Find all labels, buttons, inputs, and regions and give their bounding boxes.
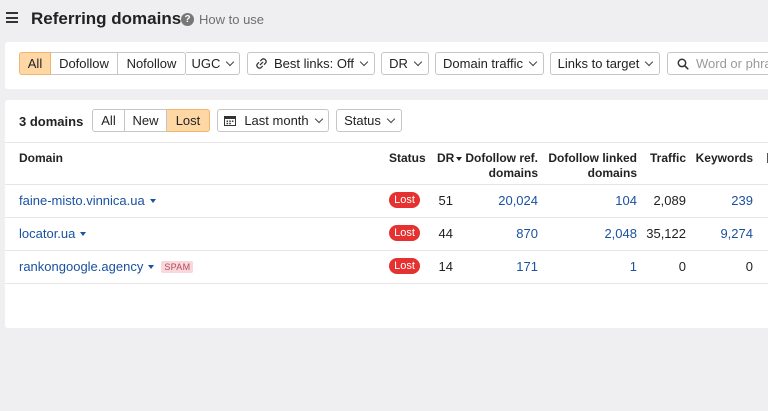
dofollow-linked-domains-value[interactable]: 1: [545, 259, 637, 274]
filter-tab-all[interactable]: All: [19, 52, 51, 75]
domain-link[interactable]: locator.ua: [19, 226, 75, 241]
dr-value: 14: [438, 259, 453, 274]
status-filter-dropdown[interactable]: Status: [336, 109, 402, 132]
table-row: rankongoogle.agency SPAM Lost 14 171 1 0…: [5, 250, 768, 283]
column-header-keywords[interactable]: Keywords: [693, 151, 753, 166]
top-bar: Referring domains ? How to use: [0, 0, 768, 40]
traffic-value: 35,122: [646, 226, 686, 241]
dr-value: 51: [438, 193, 453, 208]
chevron-down-icon: [386, 114, 396, 123]
filter-bar: All Dofollow Nofollow UGC Best links: Of…: [5, 42, 768, 89]
calendar-icon: [224, 116, 237, 126]
status-filter-label: Status: [344, 113, 381, 128]
column-header-dofollow-linked-line2: domains: [587, 166, 637, 180]
referring-domains-panel: 3 domains All New Lost Last month Status…: [5, 100, 768, 328]
search-box[interactable]: [667, 52, 768, 75]
chevron-down-icon: [226, 57, 235, 66]
status-tab-lost[interactable]: Lost: [167, 109, 210, 132]
caret-down-icon[interactable]: [80, 232, 87, 236]
column-header-status[interactable]: Status: [389, 151, 426, 166]
keywords-value: 0: [745, 259, 753, 274]
divider: [5, 142, 768, 143]
dofollow-ref-domains-value[interactable]: 171: [455, 259, 538, 274]
links-to-target-dropdown[interactable]: Links to target: [550, 52, 660, 75]
dofollow-ref-domains-value[interactable]: 20,024: [455, 193, 538, 208]
column-header-dr-label: DR: [437, 151, 455, 165]
chevron-down-icon: [314, 114, 323, 123]
period-label: Last month: [244, 113, 309, 128]
keywords-value[interactable]: 239: [693, 193, 753, 208]
status-badge: Lost: [389, 192, 420, 208]
keywords-value[interactable]: 9,274: [693, 226, 753, 241]
column-header-dofollow-ref-line2: domains: [488, 166, 538, 180]
filter-tab-dofollow[interactable]: Dofollow: [51, 52, 118, 75]
ugc-dropdown[interactable]: UGC: [186, 52, 240, 75]
dofollow-ref-domains-value[interactable]: 870: [455, 226, 538, 241]
best-links-dropdown[interactable]: Best links: Off: [247, 52, 375, 75]
domain-cell[interactable]: locator.ua: [19, 226, 87, 241]
best-links-label: Best links: Off: [274, 56, 354, 71]
dr-dropdown[interactable]: DR: [381, 52, 429, 75]
dr-value: 44: [438, 226, 453, 241]
column-header-traffic[interactable]: Traffic: [645, 151, 686, 166]
how-to-use-link[interactable]: ? How to use: [181, 12, 264, 27]
spam-badge: SPAM: [161, 260, 194, 273]
page-title: Referring domains: [31, 9, 182, 28]
status-badge: Lost: [389, 225, 420, 241]
column-header-dofollow-linked-line1: Dofollow linked: [548, 151, 637, 165]
caret-down-icon[interactable]: [149, 199, 156, 203]
chevron-down-icon: [359, 57, 369, 66]
status-tab-new[interactable]: New: [125, 109, 167, 132]
traffic-value: 2,089: [653, 193, 686, 208]
chevron-down-icon: [413, 57, 423, 66]
dofollow-linked-domains-value[interactable]: 2,048: [545, 226, 637, 241]
column-header-domain[interactable]: Domain: [19, 151, 63, 166]
column-header-dofollow-ref-line1: Dofollow ref.: [465, 151, 538, 165]
link-icon: [256, 58, 267, 69]
status-badge: Lost: [389, 258, 420, 274]
divider: [5, 283, 768, 284]
dr-label: DR: [389, 56, 408, 71]
domain-cell[interactable]: rankongoogle.agency SPAM: [19, 259, 194, 274]
filter-tab-nofollow[interactable]: Nofollow: [118, 52, 186, 75]
domain-traffic-label: Domain traffic: [443, 56, 523, 71]
dofollow-linked-domains-value[interactable]: 104: [545, 193, 637, 208]
traffic-value: 0: [678, 259, 686, 274]
hamburger-menu-icon[interactable]: [6, 12, 18, 23]
domain-link[interactable]: rankongoogle.agency: [19, 259, 143, 274]
links-to-target-label: Links to target: [557, 56, 640, 71]
period-dropdown[interactable]: Last month: [217, 109, 329, 132]
domain-link[interactable]: faine-misto.vinnica.ua: [19, 193, 145, 208]
column-header-dofollow-ref-domains[interactable]: Dofollow ref. domains: [455, 151, 538, 181]
search-input[interactable]: [696, 56, 768, 71]
chevron-down-icon: [645, 57, 654, 66]
domain-traffic-dropdown[interactable]: Domain traffic: [435, 52, 544, 75]
how-to-use-label: How to use: [199, 12, 265, 27]
help-icon: ?: [181, 13, 194, 26]
ugc-label: UGC: [191, 56, 221, 71]
search-icon: [677, 58, 689, 70]
domains-count: 3 domains: [19, 114, 84, 129]
table-row: faine-misto.vinnica.ua Lost 51 20,024 10…: [5, 184, 768, 217]
caret-down-icon[interactable]: [148, 265, 155, 269]
chevron-down-icon: [528, 57, 538, 66]
status-tab-all[interactable]: All: [92, 109, 125, 132]
column-header-dofollow-linked-domains[interactable]: Dofollow linked domains: [545, 151, 637, 181]
table-row: locator.ua Lost 44 870 2,048 35,122 9,27…: [5, 217, 768, 250]
domain-cell[interactable]: faine-misto.vinnica.ua: [19, 193, 156, 208]
